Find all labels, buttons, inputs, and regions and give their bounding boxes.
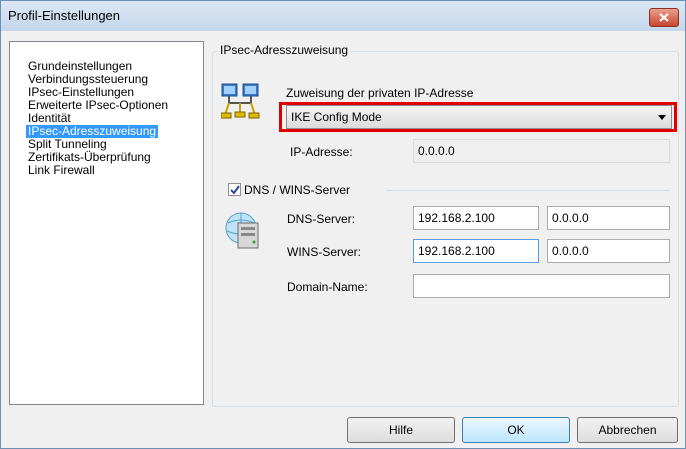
profile-settings-dialog: Profil-Einstellungen Grundeinstellungen … xyxy=(0,0,686,449)
group-title: IPsec-Adresszuweisung xyxy=(218,43,351,57)
dns-server-label: DNS-Server: xyxy=(287,212,356,226)
checkmark-icon xyxy=(230,185,240,195)
ip-address-field: 0.0.0.0 xyxy=(413,139,670,163)
close-button[interactable] xyxy=(649,8,679,27)
assignment-label: Zuweisung der privaten IP-Adresse xyxy=(286,86,474,100)
nav-item-link-firewall[interactable]: Link Firewall xyxy=(26,164,97,177)
assignment-mode-value: IKE Config Mode xyxy=(291,110,382,124)
close-icon xyxy=(659,13,669,22)
server-icon xyxy=(225,212,259,249)
ok-button[interactable]: OK xyxy=(462,417,570,443)
ip-address-label: IP-Adresse: xyxy=(290,145,353,159)
help-button[interactable]: Hilfe xyxy=(347,417,455,443)
dns-server-primary-input[interactable]: 192.168.2.100 xyxy=(413,206,539,230)
dns-wins-label: DNS / WINS-Server xyxy=(244,183,351,197)
chevron-down-icon xyxy=(658,115,666,120)
title-bar: Profil-Einstellungen xyxy=(1,1,685,31)
assignment-mode-dropdown[interactable]: IKE Config Mode xyxy=(286,105,672,129)
cancel-button[interactable]: Abbrechen xyxy=(577,417,678,443)
wins-server-label: WINS-Server: xyxy=(287,245,362,259)
wins-server-primary-input[interactable]: 192.168.2.100 xyxy=(413,239,539,263)
dns-wins-separator xyxy=(386,190,670,191)
network-computers-icon xyxy=(221,83,260,119)
wins-server-secondary-input[interactable]: 0.0.0.0 xyxy=(547,239,670,263)
dns-wins-checkbox[interactable] xyxy=(228,183,241,196)
dns-server-secondary-input[interactable]: 0.0.0.0 xyxy=(547,206,670,230)
settings-nav-list[interactable]: Grundeinstellungen Verbindungssteuerung … xyxy=(9,41,204,405)
window-title: Profil-Einstellungen xyxy=(8,8,121,23)
domain-name-label: Domain-Name: xyxy=(287,280,368,294)
domain-name-input[interactable] xyxy=(413,274,670,298)
